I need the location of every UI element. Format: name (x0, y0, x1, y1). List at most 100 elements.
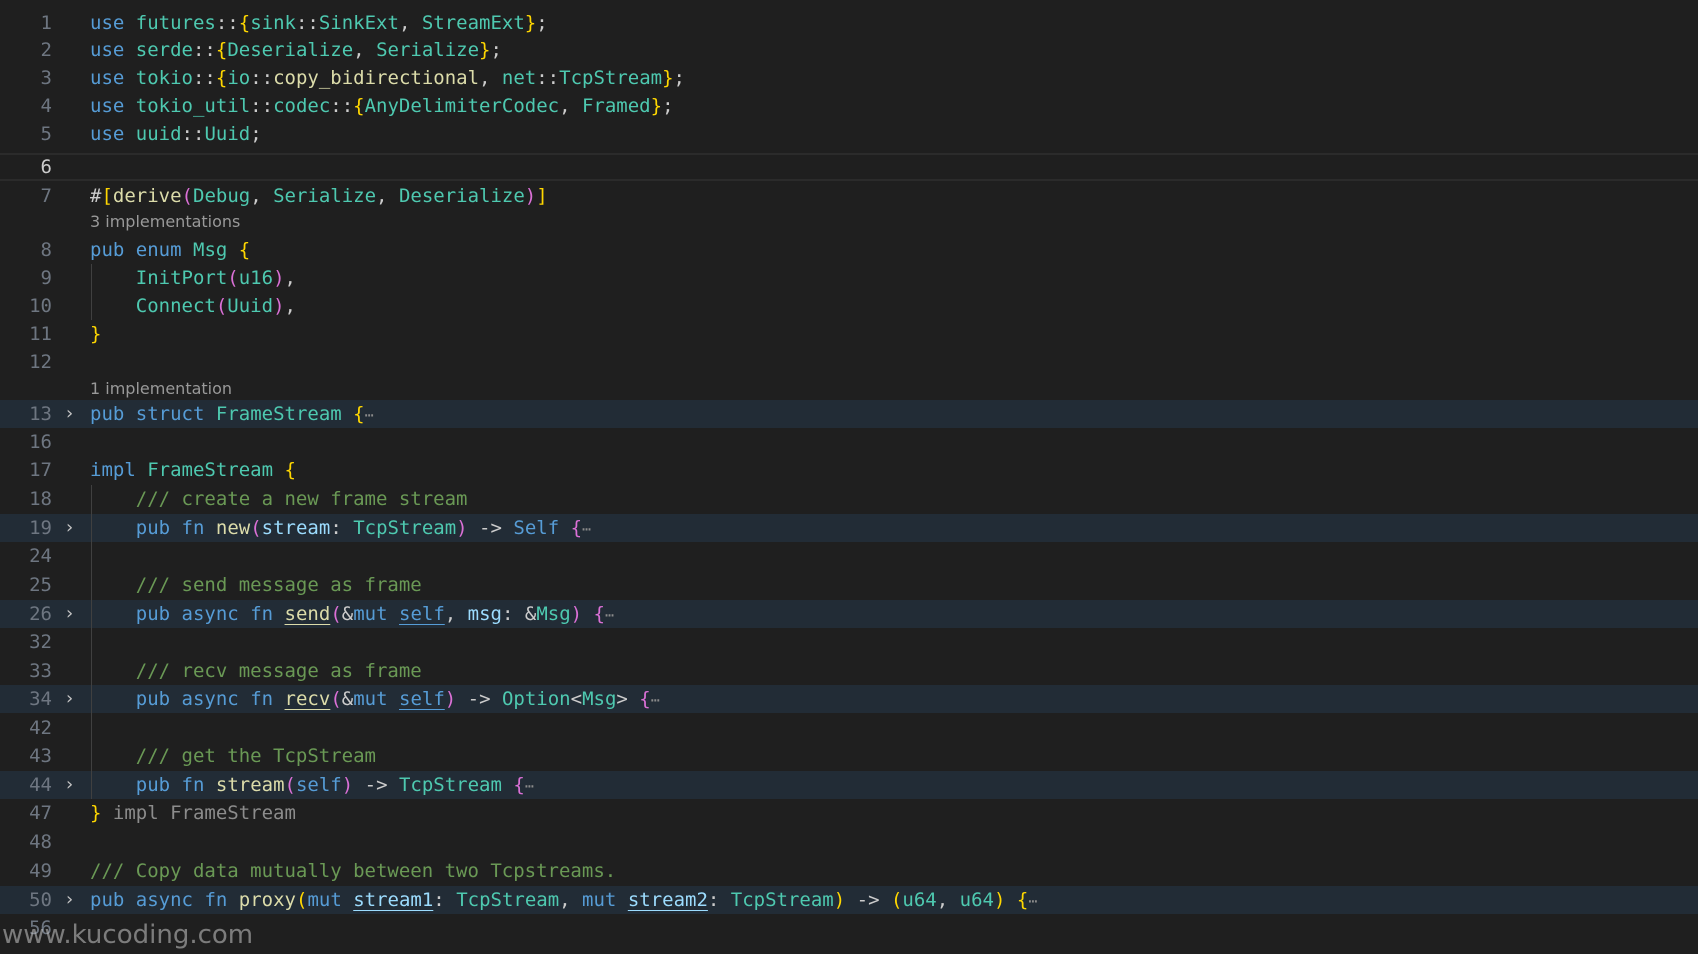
line-number: 11 (29, 323, 52, 345)
code-line[interactable]: 49 /// Copy data mutually between two Tc… (0, 857, 1698, 885)
inline-scope-hint: impl FrameStream (112, 802, 296, 824)
chevron-right-icon[interactable]: › (66, 771, 80, 799)
code-line[interactable]: 11 } (0, 320, 1698, 348)
code-comment: /// create a new frame stream (135, 488, 468, 510)
fold-ellipsis-icon: ⋯ (650, 691, 660, 709)
code-comment: /// Copy data mutually between two Tcpst… (90, 860, 617, 882)
code-text: impl FrameStream { (90, 459, 296, 481)
fold-ellipsis-icon: ⋯ (524, 777, 534, 795)
chevron-right-icon[interactable]: › (66, 886, 80, 914)
chevron-right-icon[interactable]: › (66, 600, 80, 628)
line-number: 42 (29, 717, 52, 739)
chevron-right-icon[interactable]: › (66, 514, 80, 542)
folded-line[interactable]: 19 › pub fn new(stream: TcpStream) -> Se… (0, 514, 1698, 542)
line-number: 26 (29, 603, 52, 625)
line-number: 47 (29, 802, 52, 824)
code-text: Connect(Uuid), (135, 295, 296, 317)
line-number: 44 (29, 774, 52, 796)
code-comment: /// send message as frame (135, 574, 422, 596)
line-number: 13 (29, 403, 52, 425)
line-number: 17 (29, 459, 52, 481)
code-line[interactable]: 12 (0, 348, 1698, 376)
folded-line[interactable]: 50 › pub async fn proxy(mut stream1: Tcp… (0, 886, 1698, 914)
watermark: www.kucoding.com (2, 920, 254, 950)
line-number: 6 (40, 156, 52, 178)
line-number: 34 (29, 688, 52, 710)
code-line[interactable]: 24 (0, 542, 1698, 570)
code-text: pub enum Msg { (90, 239, 251, 261)
fold-ellipsis-icon: ⋯ (605, 606, 615, 624)
code-line[interactable]: 10 Connect(Uuid), (0, 292, 1698, 320)
code-line[interactable]: 18 /// create a new frame stream (0, 485, 1698, 513)
line-number: 4 (40, 95, 52, 117)
code-comment: /// get the TcpStream (135, 745, 376, 767)
code-line[interactable]: 32 (0, 628, 1698, 656)
code-line[interactable]: 7 #[derive(Debug, Serialize, Deserialize… (0, 182, 1698, 210)
line-number: 48 (29, 831, 52, 853)
chevron-right-icon[interactable]: › (66, 400, 80, 428)
line-number: 2 (40, 39, 52, 61)
current-line[interactable]: 6 (0, 153, 1698, 181)
line-number: 33 (29, 660, 52, 682)
code-line[interactable]: 9 InitPort(u16), (0, 264, 1698, 292)
code-line[interactable]: 48 (0, 828, 1698, 856)
line-number: 12 (29, 351, 52, 373)
code-line[interactable]: 5 use uuid::Uuid; (0, 120, 1698, 148)
folded-line[interactable]: 44 › pub fn stream(self) -> TcpStream {⋯ (0, 771, 1698, 799)
code-comment: /// recv message as frame (135, 660, 422, 682)
line-number: 49 (29, 860, 52, 882)
code-line[interactable]: 33 /// recv message as frame (0, 657, 1698, 685)
line-number: 18 (29, 488, 52, 510)
code-line[interactable]: 3 use tokio::{io::copy_bidirectional, ne… (0, 64, 1698, 92)
chevron-right-icon[interactable]: › (66, 685, 80, 713)
code-text: InitPort(u16), (135, 267, 296, 289)
line-number: 10 (29, 295, 52, 317)
code-text: pub async fn send(&mut self, msg: &Msg) … (135, 603, 615, 625)
line-number: 32 (29, 631, 52, 653)
code-line[interactable]: 47 } impl FrameStream (0, 799, 1698, 827)
code-text: pub async fn proxy(mut stream1: TcpStrea… (90, 889, 1038, 911)
fold-ellipsis-icon: ⋯ (582, 520, 592, 538)
code-line[interactable]: 56 (0, 914, 1698, 942)
code-line[interactable]: 1 use futures::{sink::SinkExt, StreamExt… (0, 9, 1698, 37)
line-number: 50 (29, 889, 52, 911)
fold-ellipsis-icon: ⋯ (1028, 892, 1038, 910)
line-number: 5 (40, 123, 52, 145)
line-number: 1 (40, 12, 52, 34)
code-text: } (90, 323, 102, 345)
code-line[interactable]: 16 (0, 428, 1698, 456)
code-text: use serde::{Deserialize, Serialize}; (90, 39, 502, 61)
code-line[interactable]: 2 use serde::{Deserialize, Serialize}; (0, 36, 1698, 64)
indent-guide (91, 485, 92, 799)
code-lens-implementations[interactable]: 3 implementations (90, 211, 240, 233)
line-number: 8 (40, 239, 52, 261)
fold-ellipsis-icon: ⋯ (364, 406, 374, 424)
code-line[interactable]: 4 use tokio_util::codec::{AnyDelimiterCo… (0, 92, 1698, 120)
code-text: pub async fn recv(&mut self) -> Option<M… (135, 688, 660, 710)
code-line[interactable]: 8 pub enum Msg { (0, 236, 1698, 264)
indent-guide (91, 264, 92, 320)
folded-line[interactable]: 26 › pub async fn send(&mut self, msg: &… (0, 600, 1698, 628)
line-number: 3 (40, 67, 52, 89)
code-line[interactable]: 25 /// send message as frame (0, 571, 1698, 599)
code-text: pub fn new(stream: TcpStream) -> Self {⋯ (135, 517, 592, 539)
code-line[interactable]: 17 impl FrameStream { (0, 456, 1698, 484)
code-text: use uuid::Uuid; (90, 123, 262, 145)
line-number: 16 (29, 431, 52, 453)
line-number: 43 (29, 745, 52, 767)
code-text: use tokio::{io::copy_bidirectional, net:… (90, 67, 685, 89)
folded-line[interactable]: 34 › pub async fn recv(&mut self) -> Opt… (0, 685, 1698, 713)
line-number: 19 (29, 517, 52, 539)
code-text: } impl FrameStream (90, 802, 296, 824)
line-number: 25 (29, 574, 52, 596)
code-lens-implementations[interactable]: 1 implementation (90, 378, 232, 400)
code-editor[interactable]: 1 use futures::{sink::SinkExt, StreamExt… (0, 0, 1698, 954)
code-text: #[derive(Debug, Serialize, Deserialize)] (90, 185, 548, 207)
line-number: 24 (29, 545, 52, 567)
folded-line[interactable]: 13 › pub struct FrameStream {⋯ (0, 400, 1698, 428)
code-line[interactable]: 43 /// get the TcpStream (0, 742, 1698, 770)
line-number: 7 (40, 185, 52, 207)
code-text: use tokio_util::codec::{AnyDelimiterCode… (90, 95, 674, 117)
code-text: pub fn stream(self) -> TcpStream {⋯ (135, 774, 534, 796)
code-line[interactable]: 42 (0, 714, 1698, 742)
